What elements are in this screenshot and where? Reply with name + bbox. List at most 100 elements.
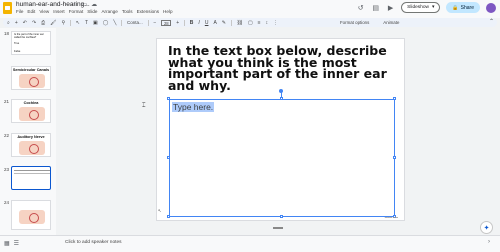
zoom-icon[interactable]: ⚲ [62,20,66,26]
select-icon[interactable]: ↖ [76,20,80,26]
slide-thumbnail-selected[interactable] [11,166,51,190]
resize-handle-nw[interactable] [167,97,170,100]
menu-file[interactable]: File [16,9,23,14]
lock-icon: 🔒 [452,4,459,11]
font-size-input[interactable]: 28 [161,19,172,26]
paint-format-icon[interactable]: 🖌 [50,20,56,26]
format-options-button[interactable]: Format options [340,20,369,25]
comment-icon[interactable]: ▢ [248,20,253,26]
share-button[interactable]: 🔒 Share [446,2,480,13]
notes-resize-handle[interactable] [273,227,283,229]
italic-icon[interactable]: I [198,20,199,26]
menu-format[interactable]: Format [69,9,84,14]
thumbnail-title: Semicircular Canals [12,68,50,72]
decrease-font-icon[interactable]: − [153,20,156,26]
text-box-placeholder[interactable]: Type here. [172,102,215,112]
resize-handle-sw[interactable] [167,215,170,218]
filmstrip-view-icon[interactable]: ☰ [14,240,19,247]
text-box-icon[interactable]: T [85,20,88,26]
slide-number: 21 [4,99,10,104]
font-family-select[interactable]: Conta... [127,20,143,25]
slide-thumbnail[interactable]: Is the part of the inner ear called the … [11,31,51,55]
resize-handle-w[interactable] [167,156,170,159]
meet-icon[interactable]: ▶ [386,3,395,12]
share-label: Share [460,4,474,11]
avatar[interactable] [486,2,496,13]
ear-diagram-image [19,107,45,121]
toolbar-divider [70,19,71,26]
menu-extensions[interactable]: Extensions [137,9,159,14]
toolbar-divider [147,19,149,26]
image-icon[interactable]: ▣ [93,20,98,26]
rotation-handle[interactable] [279,89,283,93]
star-icon[interactable]: ☆ [72,1,77,8]
thumbnail-text-lines [14,170,50,171]
resize-handle-ne[interactable] [393,97,396,100]
resize-handle-s[interactable] [280,215,283,218]
ear-diagram-image [19,141,45,155]
slide-canvas[interactable]: In the text box below, describe what you… [156,38,405,221]
menu-bar: File Edit View Insert Format Slide Arran… [16,9,173,14]
menu-insert[interactable]: Insert [53,9,65,14]
speaker-notes-bar: ▦ ☰ Click to add speaker notes › [0,235,500,252]
thumbnail-text: Is the part of the inner ear called the … [14,33,44,39]
slide-heading[interactable]: In the text box below, describe what you… [168,44,400,91]
thumbnail-answer: False [14,50,21,53]
slides-logo-icon[interactable] [3,2,12,14]
text-cursor-icon: ⌶ [142,103,146,109]
history-icon[interactable]: ↺ [356,3,365,12]
menu-view[interactable]: View [39,9,49,14]
toolbar-divider [184,19,185,26]
new-slide-icon[interactable]: + [15,20,18,26]
toolbar-right: Format options Animate [340,19,399,26]
comments-icon[interactable]: ▤ [371,3,380,12]
menu-edit[interactable]: Edit [27,9,35,14]
increase-font-icon[interactable]: + [176,20,179,26]
slide-filmstrip: 18 Is the part of the inner ear called t… [0,28,56,235]
slide-number: 24 [4,200,10,205]
slideshow-label: Slideshow [407,5,429,10]
collapse-toolbar-icon[interactable]: ⌃ [489,18,494,25]
move-folder-icon[interactable]: ▭ [81,1,87,8]
link-icon[interactable]: ⛓ [237,20,243,26]
menu-tools[interactable]: Tools [122,9,133,14]
cloud-saved-icon[interactable]: ☁ [91,1,97,8]
shape-icon[interactable]: ◯ [103,20,109,26]
speaker-notes-input[interactable]: Click to add speaker notes [65,240,122,245]
redo-icon[interactable]: ↷ [32,20,36,26]
grid-view-icon[interactable]: ▦ [4,240,10,247]
highlight-icon[interactable]: ✎ [222,20,226,26]
slide-thumbnail[interactable]: Semicircular Canals [11,66,51,90]
search-menus-icon[interactable]: ⌕ [7,20,10,26]
toolbar-divider [121,19,122,26]
slideshow-button[interactable]: Slideshow ▾ [401,2,441,13]
thumbnail-title: Auditory Nerve [17,135,45,139]
menu-help[interactable]: Help [163,9,172,14]
resize-handle-n[interactable] [280,97,283,100]
menu-slide[interactable]: Slide [87,9,97,14]
thumbnail-title: Cochlea [23,101,39,105]
animate-button[interactable]: Animate [383,20,399,25]
slide-thumbnail[interactable]: Auditory Nerve [11,133,51,157]
menu-arrange[interactable]: Arrange [101,9,117,14]
bold-icon[interactable]: B [190,20,194,26]
slide-number: 22 [4,133,10,138]
slide-number: 18 [4,31,10,36]
underline-icon[interactable]: U [205,20,209,26]
print-icon[interactable]: ⎙ [41,20,45,26]
undo-icon[interactable]: ↶ [23,20,27,26]
resize-handle-e[interactable] [393,156,396,159]
more-icon[interactable]: ⋮ [273,20,278,26]
view-toggles: ▦ ☰ [4,240,19,247]
chevron-down-icon[interactable]: ▾ [432,5,434,10]
slide-thumbnail[interactable]: Cochlea [11,99,51,123]
line-spacing-icon[interactable]: ↕ [266,20,269,26]
line-icon[interactable]: ╲ [113,20,116,26]
pointer-icon: ↖ [158,208,162,213]
slide-thumbnail[interactable] [11,200,51,230]
answer-text-box[interactable]: Type here. [169,99,395,217]
align-icon[interactable]: ≡ [258,20,261,26]
text-color-icon[interactable]: A [213,20,216,26]
gemini-assistant-icon[interactable]: ✦ [480,221,493,234]
expand-notes-icon[interactable]: › [488,239,490,245]
